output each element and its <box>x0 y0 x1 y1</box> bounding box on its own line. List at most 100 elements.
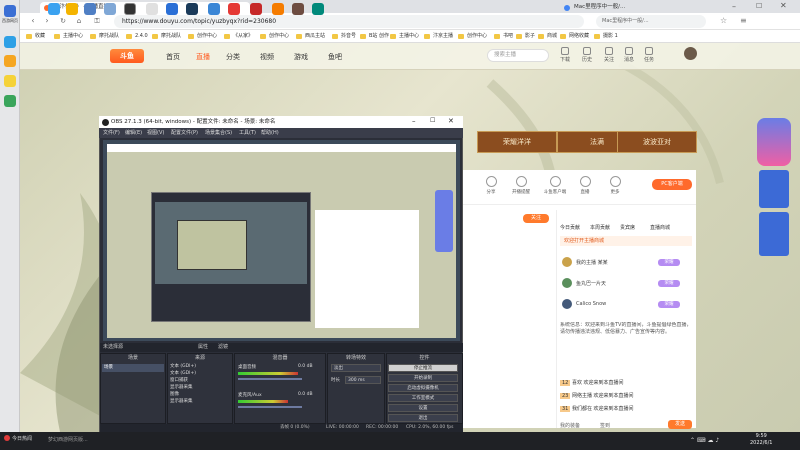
chrome-icon[interactable] <box>48 3 60 15</box>
app-taskbar-icon[interactable] <box>272 3 284 15</box>
source-item[interactable]: 图像 <box>170 392 179 398</box>
stop-streaming-button[interactable]: 停止推流 <box>388 364 458 372</box>
more-tool[interactable]: 更多 <box>600 176 630 195</box>
obs-taskbar-icon[interactable] <box>124 3 136 15</box>
app-taskbar-icon[interactable] <box>250 3 262 15</box>
send-button[interactable]: 发送 <box>668 420 692 429</box>
source-item[interactable]: 显示器采集 <box>170 385 193 391</box>
system-tray-icons[interactable]: ⌃ ⌨ ☁ ♪ <box>690 437 719 444</box>
history-icon[interactable]: 历史 <box>578 47 596 63</box>
obs-maximize-icon[interactable]: ☐ <box>430 117 435 124</box>
clock[interactable]: 9:59 2022/6/1 <box>750 433 772 447</box>
chat-tab-week[interactable]: 本周贡献 <box>590 224 610 231</box>
obs-close-icon[interactable]: ✕ <box>448 117 454 125</box>
app-taskbar-icon[interactable] <box>208 3 220 15</box>
maximize-icon[interactable]: ☐ <box>756 2 762 10</box>
menu-icon[interactable]: ≡ <box>740 16 747 25</box>
promo-banner[interactable] <box>755 118 793 258</box>
obs-menu-item[interactable]: 文件(F) <box>103 128 120 138</box>
bookmark-item[interactable]: 2.4.0 <box>126 32 148 41</box>
channel-button[interactable]: 波波亚对 <box>617 131 697 153</box>
forward-icon[interactable]: › <box>42 16 52 26</box>
site-logo[interactable]: 斗鱼 <box>110 49 144 63</box>
site-search-input[interactable]: 搜索主播 <box>487 49 549 62</box>
bookmark-item[interactable]: 网络收藏 <box>560 32 589 41</box>
news-widget[interactable]: 今日热闻 <box>12 435 32 442</box>
bookmark-item[interactable]: 摄影 1 <box>594 32 618 41</box>
obs-menu-item[interactable]: 帮助(H) <box>261 128 279 138</box>
settings-button[interactable]: 设置 <box>388 404 458 412</box>
task-icon[interactable]: 任务 <box>640 47 658 63</box>
app-icon[interactable] <box>4 5 16 17</box>
start-recording-button[interactable]: 开始录制 <box>388 374 458 382</box>
channel-button[interactable]: 荣耀洋洋 <box>477 131 557 153</box>
obs-menu-item[interactable]: 视图(V) <box>147 128 164 138</box>
nav-live[interactable]: 直播 <box>196 52 210 62</box>
word-icon[interactable] <box>84 3 96 15</box>
folder-icon[interactable] <box>4 55 16 67</box>
bookmark-item[interactable]: 商城 <box>538 32 557 41</box>
chat-user-name[interactable]: 鱼丸巴一片天 <box>576 280 606 287</box>
bookmark-item[interactable]: 创作中心 <box>188 32 217 41</box>
bookmark-item[interactable]: 书吧 <box>494 32 513 41</box>
obs-preview[interactable] <box>103 140 460 341</box>
scene-item[interactable]: 场景 <box>102 364 164 372</box>
note-icon[interactable] <box>4 75 16 87</box>
avatar[interactable] <box>684 47 697 60</box>
volume-slider[interactable] <box>238 406 302 408</box>
obs-menu-item[interactable]: 编辑(E) <box>125 128 142 138</box>
app-taskbar-icon[interactable] <box>146 3 158 15</box>
nav-yuba[interactable]: 鱼吧 <box>328 52 342 62</box>
notes-icon[interactable] <box>4 36 16 48</box>
chat-tab-today[interactable]: 今日贡献 <box>560 224 580 231</box>
minimize-icon[interactable]: – <box>732 2 736 11</box>
chat-tab-vip[interactable]: 贵宾席 <box>620 224 635 231</box>
download-icon[interactable]: 下载 <box>556 47 574 63</box>
back-icon[interactable]: ‹ <box>28 16 38 26</box>
app-taskbar-icon[interactable] <box>312 3 324 15</box>
star-icon[interactable]: ☆ <box>720 16 727 25</box>
signin-button[interactable]: 签到 <box>600 422 610 429</box>
filters-button[interactable]: 滤镜 <box>218 343 228 352</box>
bookmark-item[interactable]: 主播中心 <box>54 32 83 41</box>
bookmark-item[interactable]: 主播中心 <box>390 32 419 41</box>
app-taskbar-icon[interactable] <box>104 3 116 15</box>
steam-icon[interactable] <box>186 3 198 15</box>
bookmark-item[interactable]: 摩托战队 <box>90 32 119 41</box>
bookmark-item[interactable]: 影子 <box>516 32 535 41</box>
message-icon[interactable]: 消息 <box>620 47 638 63</box>
obs-menu-item[interactable]: 场景集合(S) <box>205 128 232 138</box>
tab-other[interactable]: Mac里程序中一般/... <box>560 2 680 13</box>
virtual-camera-button[interactable]: 启动虚拟摄像机 <box>388 384 458 392</box>
close-icon[interactable]: ✕ <box>780 1 787 10</box>
source-item[interactable]: 窗口捕获 <box>170 378 188 384</box>
bookmark-item[interactable]: 创作中心 <box>458 32 487 41</box>
nav-game[interactable]: 游戏 <box>294 52 308 62</box>
browser-search-box[interactable]: Mac里程序中一般/... <box>596 15 706 28</box>
duration-input[interactable]: 300 ms <box>345 376 381 384</box>
chat-tab-shop[interactable]: 直播商城 <box>650 224 670 231</box>
live-tool[interactable]: 直播 <box>570 176 600 195</box>
properties-button[interactable]: 属性 <box>198 343 208 352</box>
exit-button[interactable]: 退出 <box>388 414 458 422</box>
reload-icon[interactable]: ↻ <box>58 16 68 26</box>
remind-tool[interactable]: 开播提醒 <box>506 176 536 195</box>
obs-menu-item[interactable]: 配置文件(P) <box>171 128 198 138</box>
share-tool[interactable]: 分享 <box>476 176 506 195</box>
bookmark-item[interactable]: 抖音号 <box>332 32 356 41</box>
obs-minimize-icon[interactable]: – <box>412 117 416 125</box>
url-field[interactable]: https://www.douyu.com/topic/yuzbyqx?rid=… <box>114 15 584 28</box>
nav-video[interactable]: 视频 <box>260 52 274 62</box>
app-taskbar-icon[interactable] <box>166 3 178 15</box>
source-item[interactable]: 文本 (GDI+) <box>170 371 196 377</box>
nav-home[interactable]: 首页 <box>166 52 180 62</box>
explorer-icon[interactable] <box>66 3 78 15</box>
bookmark-item[interactable]: 创作中心 <box>260 32 289 41</box>
bookmark-item[interactable]: 西瓜主站 <box>296 32 325 41</box>
chat-user-name[interactable]: Calico Snow <box>576 301 606 307</box>
bookmark-item[interactable]: 《从家》 <box>224 32 253 41</box>
pc-client-button[interactable]: PC客户端 <box>652 179 692 190</box>
volume-slider[interactable] <box>238 378 302 380</box>
bookmark-item[interactable]: 收藏 <box>26 32 45 41</box>
app-taskbar-icon[interactable] <box>228 3 240 15</box>
